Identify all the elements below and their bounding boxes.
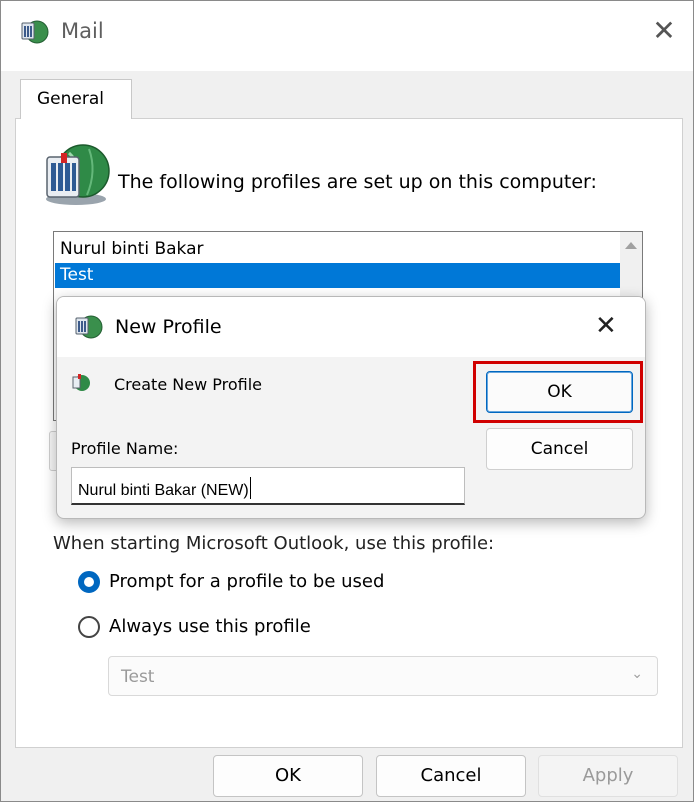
close-icon[interactable]: ✕ xyxy=(595,311,617,341)
tab-label: General xyxy=(37,89,104,109)
radio-always-label[interactable]: Always use this profile xyxy=(109,616,311,637)
profiles-heading: The following profiles are set up on thi… xyxy=(118,171,597,193)
apply-button[interactable]: Apply xyxy=(538,755,678,797)
chevron-down-icon: ⌄ xyxy=(631,666,643,682)
mail-app-icon xyxy=(20,18,50,46)
list-item[interactable]: Nurul binti Bakar xyxy=(60,237,204,262)
profile-name-input[interactable]: Nurul binti Bakar (NEW) xyxy=(71,467,465,505)
create-profile-label: Create New Profile xyxy=(114,375,262,394)
list-item-selected[interactable]: Test xyxy=(55,263,625,288)
select-value: Test xyxy=(121,667,155,687)
cancel-button[interactable]: Cancel xyxy=(376,755,526,797)
dialog-title: New Profile xyxy=(115,316,222,338)
radio-prompt-profile[interactable] xyxy=(78,571,100,593)
scroll-up-arrow-icon[interactable] xyxy=(625,242,637,249)
startup-profile-label: When starting Microsoft Outlook, use thi… xyxy=(53,533,495,554)
mail-titlebar: Mail ✕ xyxy=(1,1,693,71)
cancel-button[interactable]: Cancel xyxy=(486,428,633,470)
profile-name-label: Profile Name: xyxy=(71,439,179,458)
dialog-titlebar: New Profile ✕ xyxy=(57,297,645,357)
profile-name-text: Nurul binti Bakar (NEW) xyxy=(78,482,249,499)
mail-app-icon xyxy=(74,313,104,341)
radio-always-use-profile[interactable] xyxy=(78,616,100,638)
text-caret xyxy=(249,477,251,499)
window-title: Mail xyxy=(61,19,104,43)
profiles-icon xyxy=(39,141,113,207)
ok-button[interactable]: OK xyxy=(486,371,633,413)
always-profile-select[interactable]: Test ⌄ xyxy=(108,656,658,696)
profile-name-value: Nurul binti Bakar (NEW) xyxy=(78,477,251,500)
ok-button[interactable]: OK xyxy=(213,755,363,797)
close-icon[interactable]: ✕ xyxy=(649,17,679,47)
create-profile-icon xyxy=(71,372,91,394)
mail-window: Mail ✕ General The following profiles ar… xyxy=(0,0,694,802)
radio-prompt-label[interactable]: Prompt for a profile to be used xyxy=(109,571,384,592)
tab-general[interactable]: General xyxy=(20,79,132,119)
new-profile-dialog: New Profile ✕ Create New Profile Profile… xyxy=(56,296,646,519)
